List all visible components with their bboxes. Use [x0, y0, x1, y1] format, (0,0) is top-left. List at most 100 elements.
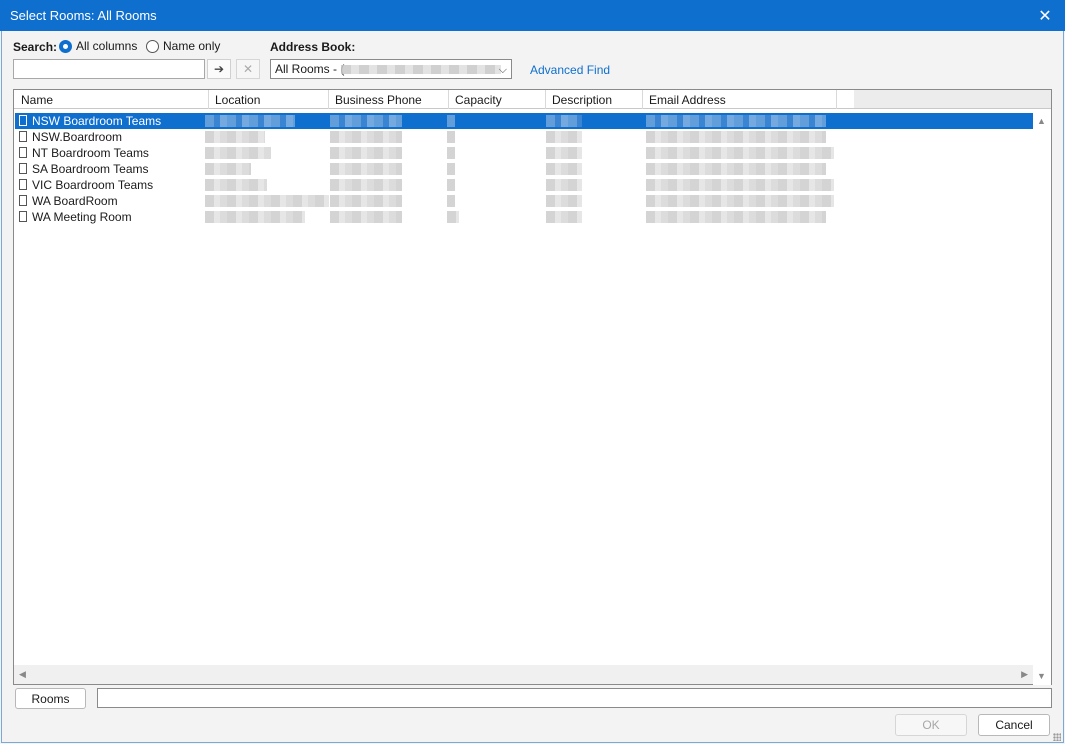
- column-header-location[interactable]: Location: [215, 93, 260, 107]
- column-header-capacity[interactable]: Capacity: [455, 93, 502, 107]
- rooms-table: Name Location Business Phone Capacity De…: [13, 89, 1052, 685]
- rooms-button[interactable]: Rooms: [15, 688, 86, 709]
- redacted-capacity: [447, 195, 455, 207]
- scroll-left-icon[interactable]: ◀: [19, 669, 26, 680]
- table-row[interactable]: SA Boardroom Teams: [15, 161, 1033, 177]
- redacted-description: [546, 147, 582, 159]
- room-icon: [19, 195, 27, 206]
- radio-dot-selected[interactable]: [59, 39, 72, 53]
- row-name: WA Meeting Room: [32, 210, 132, 224]
- redacted-description: [546, 211, 582, 223]
- table-row[interactable]: NSW.Boardroom: [15, 129, 1033, 145]
- close-icon[interactable]: ✕: [1025, 0, 1065, 31]
- redacted-capacity: [447, 179, 455, 191]
- column-divider[interactable]: [545, 90, 546, 109]
- redacted-location: [205, 195, 329, 207]
- redacted-location: [205, 115, 295, 127]
- redacted-location: [205, 179, 267, 191]
- column-divider[interactable]: [328, 90, 329, 109]
- redacted-capacity: [447, 147, 455, 159]
- redacted-capacity: [447, 211, 459, 223]
- radio-name-only[interactable]: Name only: [146, 39, 220, 53]
- room-icon: [19, 147, 27, 158]
- radio-all-columns[interactable]: All columns: [59, 39, 137, 53]
- column-divider[interactable]: [448, 90, 449, 109]
- redacted-email: [646, 131, 826, 143]
- clear-icon: ✕: [242, 62, 254, 76]
- scroll-up-icon[interactable]: ▲: [1037, 116, 1046, 126]
- redacted-location: [205, 147, 271, 159]
- redacted-phone: [330, 211, 402, 223]
- scroll-right-icon[interactable]: ▶: [1021, 669, 1028, 680]
- redacted-capacity: [447, 131, 455, 143]
- scroll-down-icon[interactable]: ▼: [1037, 671, 1046, 681]
- redacted-email: [646, 115, 826, 127]
- header-filler: [854, 90, 1051, 108]
- address-book-value: All Rooms - (: [275, 62, 345, 76]
- cancel-button[interactable]: Cancel: [978, 714, 1050, 736]
- vertical-scrollbar[interactable]: ▲ ▼: [1033, 110, 1051, 685]
- window-title: Select Rooms: All Rooms: [10, 8, 157, 23]
- redacted-email: [646, 163, 826, 175]
- room-icon: [19, 163, 27, 174]
- column-header-name[interactable]: Name: [21, 93, 53, 107]
- row-name: NSW Boardroom Teams: [32, 114, 162, 128]
- arrow-right-icon: ➔: [213, 62, 225, 76]
- redacted-email: [646, 211, 826, 223]
- horizontal-scrollbar[interactable]: ◀ ▶: [14, 665, 1033, 684]
- column-header-business-phone[interactable]: Business Phone: [335, 93, 422, 107]
- redacted-phone: [330, 131, 402, 143]
- address-book-select[interactable]: All Rooms - ( ⌵: [270, 59, 512, 79]
- search-input[interactable]: [13, 59, 205, 79]
- chevron-down-icon: ⌵: [498, 64, 507, 76]
- row-name: NT Boardroom Teams: [32, 146, 149, 160]
- radio-name-only-label: Name only: [163, 39, 221, 53]
- go-button[interactable]: ➔: [207, 59, 231, 79]
- redacted-location: [205, 163, 251, 175]
- advanced-find-link[interactable]: Advanced Find: [530, 63, 610, 77]
- row-name: NSW.Boardroom: [32, 130, 123, 144]
- table-row[interactable]: NSW Boardroom Teams: [15, 113, 1033, 129]
- redacted-email: [646, 195, 834, 207]
- search-label: Search:: [13, 40, 58, 54]
- resize-grip-icon[interactable]: [1053, 733, 1061, 741]
- row-name: SA Boardroom Teams: [32, 162, 149, 176]
- redacted-capacity: [447, 115, 455, 127]
- clear-search-button[interactable]: ✕: [236, 59, 260, 79]
- redacted-description: [546, 179, 582, 191]
- table-row[interactable]: VIC Boardroom Teams: [15, 177, 1033, 193]
- redacted-phone: [330, 147, 402, 159]
- redacted-location: [205, 211, 305, 223]
- ok-button[interactable]: OK: [895, 714, 967, 736]
- rooms-selection-field[interactable]: [97, 688, 1052, 708]
- redacted-phone: [330, 179, 402, 191]
- column-header-email[interactable]: Email Address: [649, 93, 726, 107]
- redacted-email: [646, 147, 834, 159]
- redacted-email: [646, 179, 834, 191]
- column-divider[interactable]: [642, 90, 643, 109]
- address-book-label: Address Book:: [270, 40, 356, 54]
- table-row[interactable]: WA Meeting Room: [15, 209, 1033, 225]
- room-icon: [19, 115, 27, 126]
- column-divider[interactable]: [836, 90, 837, 109]
- radio-dot[interactable]: [146, 39, 159, 53]
- room-icon: [19, 179, 27, 190]
- table-row[interactable]: WA BoardRoom: [15, 193, 1033, 209]
- redacted-description: [546, 195, 582, 207]
- redacted-description: [546, 163, 582, 175]
- row-name: WA BoardRoom: [32, 194, 118, 208]
- table-row[interactable]: NT Boardroom Teams: [15, 145, 1033, 161]
- redacted-capacity: [447, 163, 455, 175]
- title-bar: Select Rooms: All Rooms ✕: [0, 0, 1065, 31]
- redacted-phone: [330, 115, 402, 127]
- row-name: VIC Boardroom Teams: [32, 178, 154, 192]
- table-header: Name Location Business Phone Capacity De…: [14, 90, 1051, 109]
- column-divider[interactable]: [208, 90, 209, 109]
- column-header-description[interactable]: Description: [552, 93, 612, 107]
- radio-all-columns-label: All columns: [76, 39, 138, 53]
- redacted-phone: [330, 163, 402, 175]
- redacted-phone: [330, 195, 402, 207]
- redacted-description: [546, 115, 582, 127]
- room-icon: [19, 211, 27, 222]
- room-icon: [19, 131, 27, 142]
